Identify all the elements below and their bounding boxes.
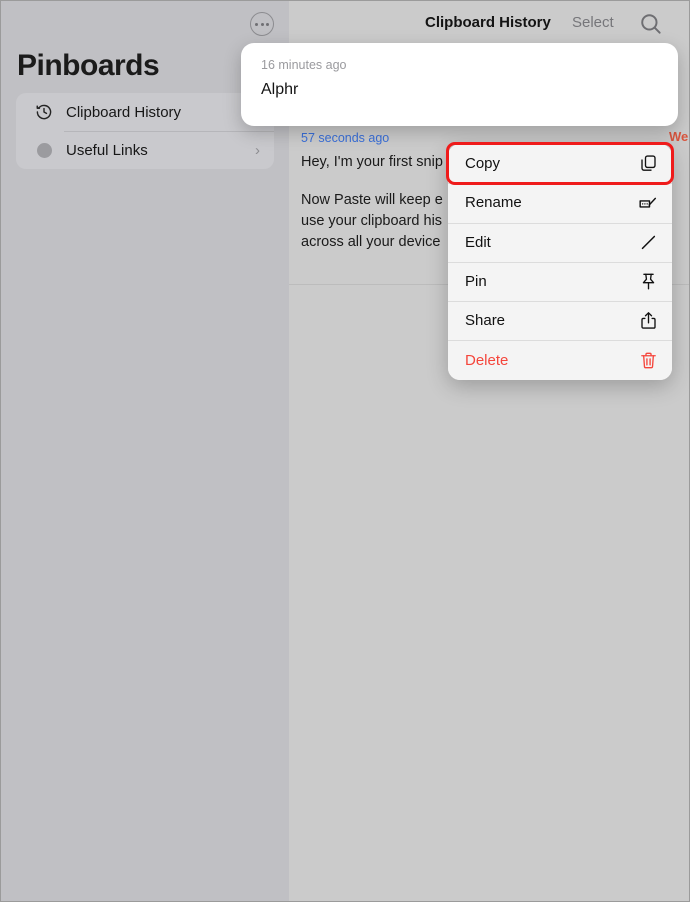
context-menu-item-rename[interactable]: Rename [448, 183, 672, 223]
sidebar-list: Clipboard History Useful Links › [16, 93, 274, 169]
context-menu: Copy Rename Edit Pin Share Delete [448, 144, 672, 380]
share-icon [638, 311, 658, 331]
context-menu-item-label: Pin [465, 273, 487, 291]
context-menu-item-copy[interactable]: Copy [448, 144, 672, 184]
more-options-button[interactable] [250, 12, 274, 36]
context-menu-item-delete[interactable]: Delete [448, 340, 672, 380]
preview-text: Alphr [261, 81, 299, 98]
sidebar-item-label: Clipboard History [66, 103, 182, 121]
sidebar-item-clipboard-history[interactable]: Clipboard History [16, 93, 274, 131]
pencil-icon [638, 232, 658, 252]
trash-icon [638, 350, 658, 370]
rename-icon [638, 193, 658, 213]
sidebar-item-useful-links[interactable]: Useful Links › [16, 131, 274, 169]
context-menu-item-label: Share [465, 312, 506, 330]
search-button[interactable] [638, 11, 664, 37]
context-menu-item-label: Copy [465, 155, 501, 173]
app-window: Pinboards Clipboard History Useful Links… [0, 0, 690, 902]
select-button[interactable]: Select [572, 14, 614, 31]
context-menu-item-label: Delete [465, 351, 509, 369]
main-pane: Clipboard History Select Welcome 57 seco… [289, 1, 689, 901]
main-title: Clipboard History [425, 14, 551, 31]
context-menu-item-label: Rename [465, 194, 522, 212]
context-menu-item-edit[interactable]: Edit [448, 222, 672, 262]
context-menu-item-label: Edit [465, 233, 491, 251]
context-menu-item-pin[interactable]: Pin [448, 261, 672, 302]
copy-icon [638, 154, 658, 174]
snippet-timestamp: 57 seconds ago [301, 131, 390, 145]
sidebar: Pinboards Clipboard History Useful Links… [1, 1, 289, 901]
pin-icon [638, 272, 658, 292]
clipboard-preview-card[interactable]: 16 minutes ago Alphr [241, 43, 678, 126]
preview-timestamp: 16 minutes ago [261, 58, 347, 72]
page-title: Pinboards [17, 49, 160, 82]
circle-dot-icon [34, 140, 54, 160]
sidebar-item-label: Useful Links [66, 141, 148, 159]
context-menu-item-share[interactable]: Share [448, 301, 672, 341]
ellipsis-icon [254, 22, 270, 26]
chevron-right-icon: › [255, 141, 260, 159]
clock-arrow-icon [34, 102, 54, 122]
sidebar-toolbar [1, 1, 289, 45]
main-toolbar: Clipboard History Select [289, 1, 689, 45]
